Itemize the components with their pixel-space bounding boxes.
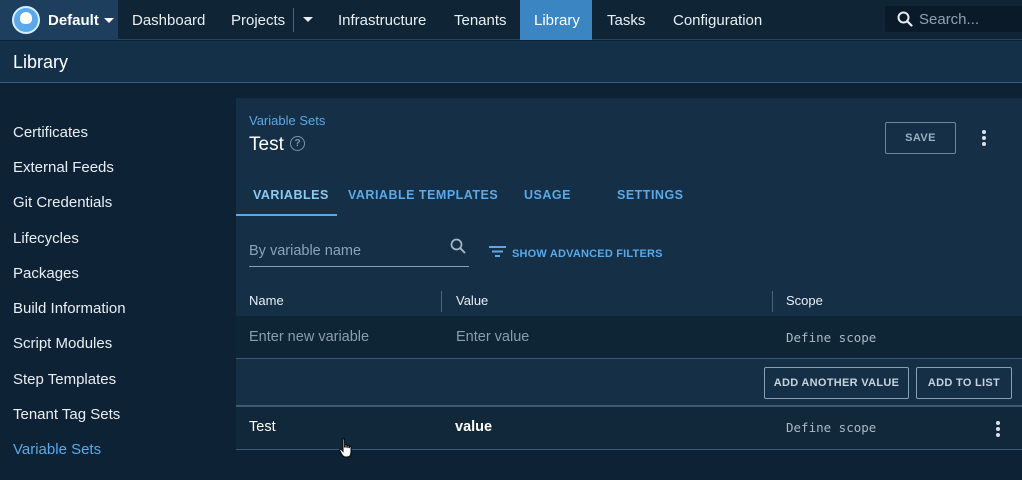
column-divider: [441, 291, 442, 312]
sidebar-item-git-credentials[interactable]: Git Credentials: [13, 194, 112, 211]
sidebar-item-variable-sets[interactable]: Variable Sets: [13, 441, 101, 458]
new-variable-scope-selector[interactable]: Define scope: [786, 330, 876, 345]
nav-tenants[interactable]: Tenants: [454, 0, 507, 40]
advanced-filters-label: SHOW ADVANCED FILTERS: [512, 248, 663, 260]
column-divider: [772, 291, 773, 312]
projects-dropdown-chevron-icon[interactable]: [303, 17, 313, 22]
add-to-list-button[interactable]: ADD TO LIST: [916, 367, 1012, 399]
sidebar-item-step-templates[interactable]: Step Templates: [13, 371, 116, 388]
variable-value[interactable]: value: [455, 419, 492, 435]
global-search[interactable]: Search...: [885, 6, 1022, 32]
nav-projects[interactable]: Projects: [231, 0, 285, 40]
tab-settings[interactable]: SETTINGS: [617, 188, 684, 202]
top-nav: Default Dashboard Projects Infrastructur…: [0, 0, 1022, 40]
new-variable-row: Enter new variable Enter value Define sc…: [236, 316, 1022, 359]
variable-scope[interactable]: Define scope: [786, 420, 876, 435]
hand-pointer-cursor-icon: [339, 438, 353, 463]
variable-filter-input[interactable]: By variable name: [249, 238, 469, 267]
sidebar-item-lifecycles[interactable]: Lifecycles: [13, 230, 79, 247]
row-overflow-menu-icon[interactable]: [996, 421, 1000, 437]
nav-configuration[interactable]: Configuration: [673, 0, 762, 40]
space-name: Default: [48, 11, 99, 29]
page-header: Library: [0, 41, 1022, 83]
sidebar-item-external-feeds[interactable]: External Feeds: [13, 159, 114, 176]
new-variable-value-input[interactable]: Enter value: [456, 329, 529, 345]
nav-library[interactable]: Library: [520, 0, 592, 40]
add-another-value-button[interactable]: ADD ANOTHER VALUE: [764, 367, 909, 399]
overflow-menu-icon[interactable]: [982, 130, 986, 146]
page-title: Library: [13, 52, 69, 72]
sidebar-item-packages[interactable]: Packages: [13, 265, 79, 282]
sidebar-item-certificates[interactable]: Certificates: [13, 124, 88, 141]
nav-dashboard[interactable]: Dashboard: [132, 0, 205, 40]
search-icon: [450, 238, 466, 259]
column-header-name: Name: [249, 293, 284, 308]
search-icon: [897, 11, 913, 27]
column-header-value: Value: [456, 293, 489, 308]
sidebar-item-script-modules[interactable]: Script Modules: [13, 335, 112, 352]
variable-name[interactable]: Test: [249, 419, 276, 435]
help-icon[interactable]: ?: [290, 136, 305, 151]
nav-divider: [293, 8, 294, 32]
column-header-scope: Scope: [786, 293, 823, 308]
table-header: Name Value Scope: [236, 289, 1022, 316]
filter-placeholder: By variable name: [249, 243, 362, 259]
new-variable-name-input[interactable]: Enter new variable: [249, 329, 369, 345]
tab-variables[interactable]: VARIABLES: [253, 188, 329, 202]
variable-set-title: Test: [249, 134, 284, 155]
show-advanced-filters-button[interactable]: SHOW ADVANCED FILTERS: [489, 245, 663, 263]
sidebar-item-build-information[interactable]: Build Information: [13, 300, 126, 317]
chevron-down-icon: [103, 17, 114, 23]
space-switcher[interactable]: Default: [0, 0, 118, 40]
filter-list-icon: [489, 245, 506, 263]
breadcrumb[interactable]: Variable Sets: [249, 113, 325, 128]
nav-tasks[interactable]: Tasks: [607, 0, 645, 40]
active-tab-indicator: [236, 214, 337, 216]
tab-variable-templates[interactable]: VARIABLE TEMPLATES: [348, 188, 498, 202]
sidebar-item-tenant-tag-sets[interactable]: Tenant Tag Sets: [13, 406, 120, 423]
search-placeholder: Search...: [919, 10, 980, 28]
save-button[interactable]: SAVE: [885, 122, 956, 154]
table-row[interactable]: Test value Define scope: [236, 405, 1022, 450]
octopus-logo-icon: [12, 6, 40, 34]
tab-usage[interactable]: USAGE: [524, 188, 571, 202]
nav-infrastructure[interactable]: Infrastructure: [338, 0, 426, 40]
